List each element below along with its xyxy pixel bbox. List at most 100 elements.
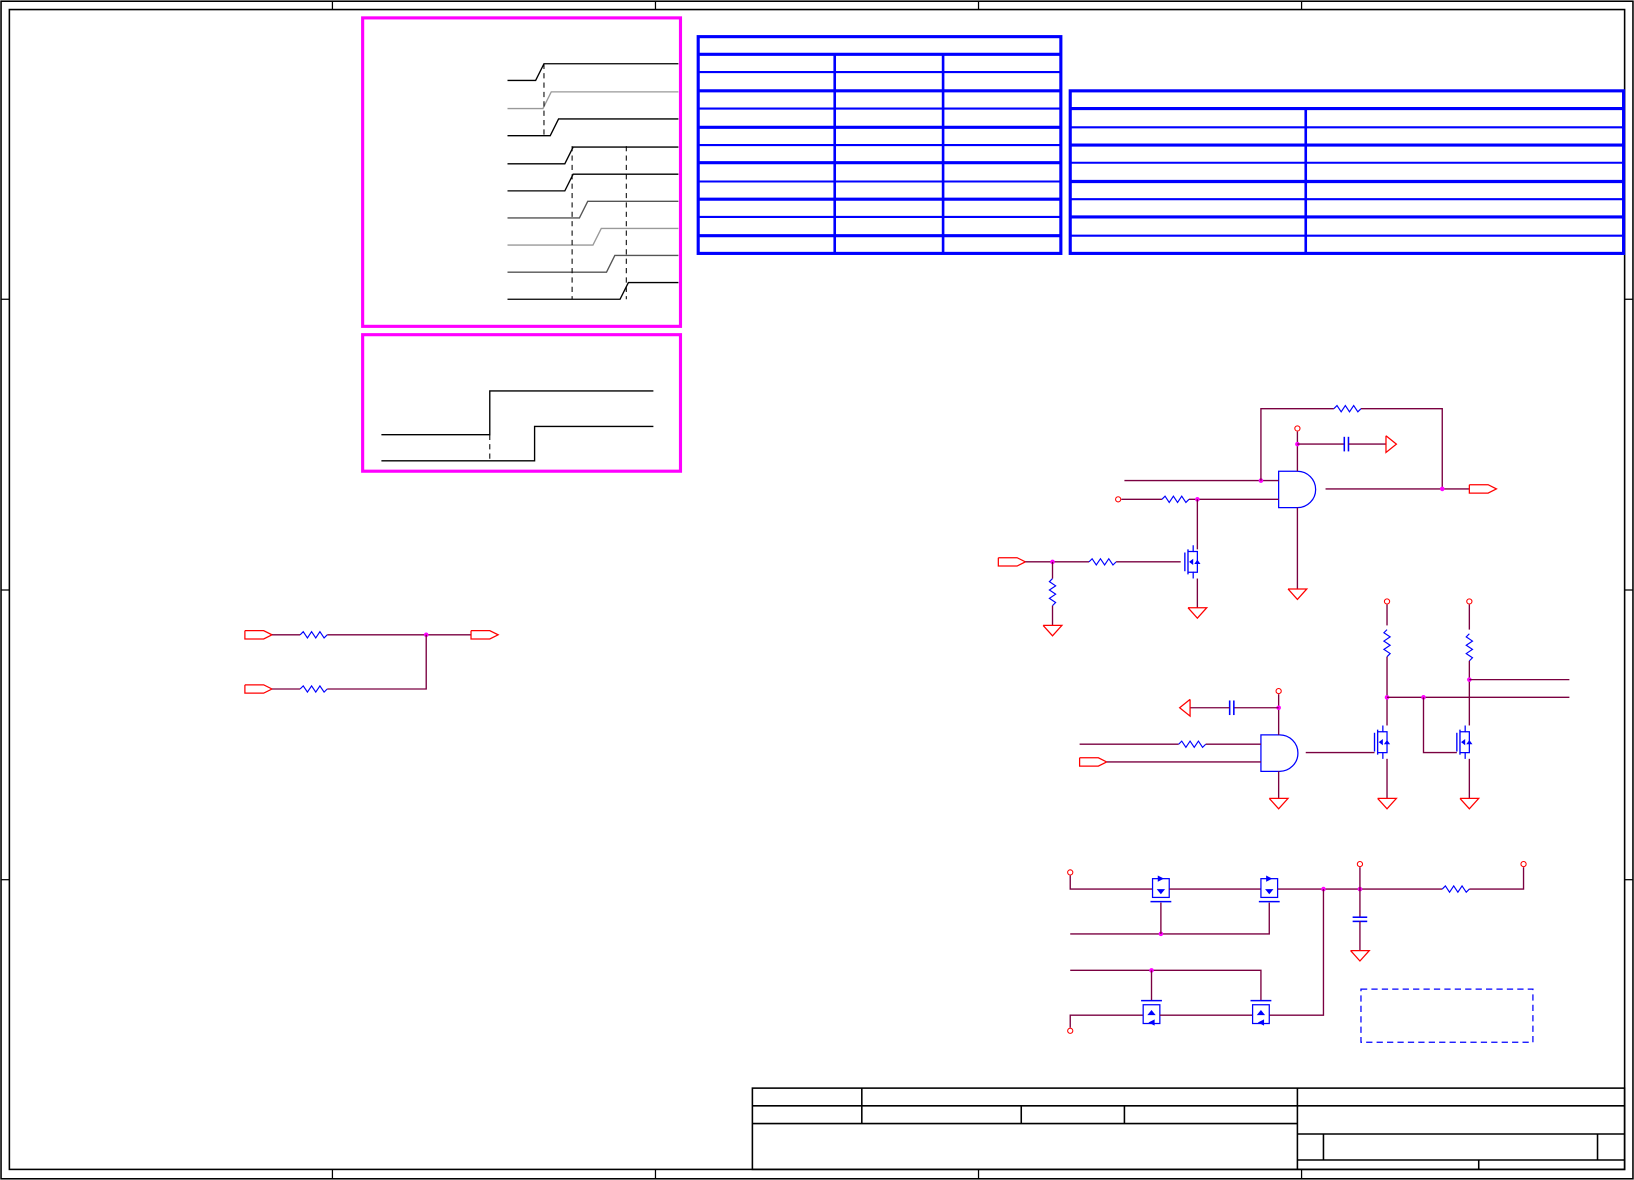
ground-icon xyxy=(1350,949,1371,962)
power-pin-icon xyxy=(1383,598,1391,605)
wire xyxy=(1360,407,1443,489)
and-gate-icon xyxy=(1260,734,1299,772)
source xyxy=(1377,751,1384,759)
table-left xyxy=(696,35,1063,255)
wire xyxy=(1070,902,1270,935)
ground-arrow-icon xyxy=(1178,698,1191,718)
wire xyxy=(1422,697,1457,754)
timing-signal-a xyxy=(381,390,654,436)
drain xyxy=(1459,725,1466,733)
outer-border xyxy=(0,0,1634,1180)
mosfet-icon xyxy=(1258,875,1280,903)
resistor-zigzag xyxy=(1382,629,1392,658)
resistor-icon xyxy=(1048,578,1057,607)
timing-signal-3 xyxy=(507,118,679,137)
mosfet-icon xyxy=(1150,875,1172,903)
ground-icon xyxy=(1287,588,1309,601)
ground-icon xyxy=(1459,797,1481,810)
resistor-zigzag xyxy=(1161,495,1190,504)
power-pin-icon xyxy=(1115,496,1122,503)
mosfet-body xyxy=(1260,878,1279,899)
port-arrow-icon xyxy=(1468,484,1498,494)
resistor-icon xyxy=(1441,884,1470,894)
resistor-icon xyxy=(1161,495,1190,504)
mosfet-icon xyxy=(1184,545,1201,579)
title-block xyxy=(751,1087,1626,1171)
ground-arrow-icon xyxy=(1385,435,1398,454)
resistor-zigzag xyxy=(1465,633,1474,662)
note-box xyxy=(1360,988,1534,1043)
wire xyxy=(1269,889,1325,1016)
table-right xyxy=(1068,89,1626,255)
resistor-zigzag xyxy=(1048,578,1057,607)
port-arrow-icon xyxy=(470,630,500,640)
drain xyxy=(1377,725,1384,733)
power-pin-icon xyxy=(1466,598,1473,605)
wire xyxy=(1469,867,1525,890)
wire xyxy=(1070,969,1262,1001)
power-pin-icon xyxy=(1294,425,1301,432)
mosfet-arrow xyxy=(1189,558,1201,565)
ground-icon xyxy=(1187,607,1209,620)
timing-signal-6 xyxy=(507,200,679,219)
power-pin-icon xyxy=(1067,869,1074,876)
timing-box-reset xyxy=(361,333,683,473)
table-border xyxy=(1068,89,1626,255)
capacitor-icon xyxy=(1352,916,1368,923)
circuit xyxy=(244,404,1570,1043)
resistor-icon xyxy=(1382,629,1392,658)
port-arrow-icon xyxy=(1078,757,1109,767)
source xyxy=(1459,751,1466,759)
resistor-zigzag xyxy=(299,684,328,694)
mosfet-arrow xyxy=(1378,739,1391,746)
resistor-zigzag xyxy=(1441,884,1470,894)
port-arrow-icon xyxy=(244,684,274,694)
timing-signal-4 xyxy=(507,146,679,165)
timing-signal-2 xyxy=(507,91,679,110)
source xyxy=(1187,571,1194,579)
timing-signal-b xyxy=(381,425,654,462)
resistor-zigzag xyxy=(299,630,328,639)
ground-icon xyxy=(1377,797,1398,810)
resistor-icon xyxy=(1178,740,1207,749)
wire xyxy=(1069,1014,1144,1028)
wire xyxy=(1069,875,1153,890)
power-pin-icon xyxy=(1067,1027,1074,1034)
inner-border xyxy=(8,8,1626,1171)
resistor-icon xyxy=(1333,404,1362,413)
mosfet-body xyxy=(1151,878,1170,899)
timing-diagrams xyxy=(361,16,683,473)
title-block-border xyxy=(751,1087,1626,1171)
resistor-icon xyxy=(1465,633,1474,662)
power-pin-icon xyxy=(1520,860,1527,868)
mosfet-icon xyxy=(1141,999,1162,1026)
power-pin-icon xyxy=(1356,860,1364,868)
wire xyxy=(327,634,427,690)
timing-signal-5 xyxy=(507,173,679,192)
mosfet-icon xyxy=(1250,999,1272,1026)
timing-signal-8 xyxy=(507,254,679,273)
port-arrow-icon xyxy=(244,630,274,640)
mosfet-icon xyxy=(1373,725,1391,759)
timing-signal-9 xyxy=(507,281,679,300)
resistor-icon xyxy=(1088,557,1117,567)
drain xyxy=(1187,545,1194,553)
junction-dot xyxy=(1439,486,1445,492)
ground-icon xyxy=(1042,624,1064,637)
schematic-sheet xyxy=(0,0,1634,1180)
resistor-zigzag xyxy=(1178,740,1207,749)
resistor-icon xyxy=(299,630,328,639)
power-pin-icon xyxy=(1275,687,1282,695)
mosfet-icon xyxy=(1456,725,1473,759)
and-gate-icon xyxy=(1278,470,1317,509)
ground-icon xyxy=(1268,797,1290,810)
blue-tables xyxy=(696,35,1626,255)
resistor-zigzag xyxy=(1088,557,1117,567)
capacitor-icon xyxy=(1343,436,1350,452)
timing-signal-7 xyxy=(507,227,679,246)
resistor-zigzag xyxy=(1333,404,1362,413)
timing-signal-1 xyxy=(507,63,679,82)
resistor-icon xyxy=(299,684,328,694)
port-arrow-icon xyxy=(997,557,1027,567)
mosfet-arrow xyxy=(1461,739,1473,746)
